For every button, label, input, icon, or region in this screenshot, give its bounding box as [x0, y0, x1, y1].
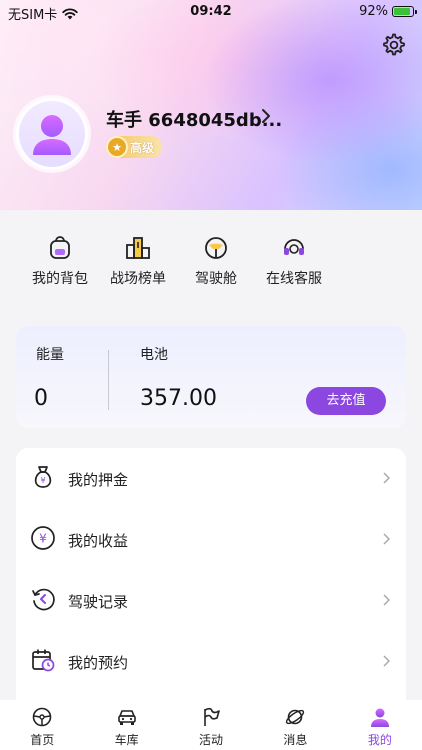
menu-item-label: 我的预约 — [68, 654, 129, 672]
chevron-right-icon[interactable] — [260, 108, 272, 124]
gear-icon[interactable] — [380, 32, 406, 58]
badge-label: 高级 — [130, 140, 155, 155]
star-icon: ★ — [106, 136, 128, 158]
steering-wheel-icon — [32, 707, 52, 727]
quick-action-leaderboard[interactable]: 战场榜单 — [98, 210, 178, 310]
menu-list: ¥ 我的押金 ¥ 我的收益 驾驶记录 我的预约 — [16, 448, 406, 708]
username[interactable]: 车手 6648045db... — [106, 106, 282, 132]
svg-text:¥: ¥ — [40, 476, 45, 485]
divider — [108, 350, 109, 410]
bottom-tab-bar: 首页 车库 活动 消息 我的 — [0, 700, 422, 750]
tab-events[interactable]: 活动 — [169, 700, 253, 750]
quick-actions: 我的背包 战场榜单 驾驶舱 在线客服 — [0, 210, 422, 310]
battery-level — [394, 8, 410, 15]
money-bag-icon: ¥ — [34, 466, 52, 488]
menu-item-label: 我的收益 — [68, 532, 129, 550]
headset-icon — [284, 239, 304, 255]
quick-action-cockpit[interactable]: 驾驶舱 — [176, 210, 256, 310]
svg-text:¥: ¥ — [39, 532, 47, 546]
calendar-clock-icon — [32, 649, 55, 672]
chevron-right-icon — [383, 472, 390, 484]
quick-action-backpack[interactable]: 我的背包 — [20, 210, 100, 310]
quick-action-label: 在线客服 — [266, 271, 322, 287]
wallet-card: 能量 电池 0 357.00 去充值 — [16, 326, 406, 428]
quick-action-support[interactable]: 在线客服 — [254, 210, 334, 310]
planet-icon — [286, 709, 305, 725]
tab-label: 我的 — [367, 733, 392, 747]
status-bar: 无SIM卡 09:42 92% — [0, 0, 422, 24]
backpack-icon — [50, 236, 70, 259]
quick-action-label: 驾驶舱 — [195, 271, 237, 287]
chevron-right-icon — [383, 594, 390, 606]
energy-value: 0 — [34, 386, 48, 411]
chevron-right-icon — [383, 533, 390, 545]
menu-item-driving-history[interactable]: 驾驶记录 — [16, 570, 406, 631]
battery-value: 357.00 — [140, 386, 217, 411]
user-avatar-icon — [33, 115, 71, 155]
user-icon — [370, 708, 389, 727]
tab-me[interactable]: 我的 — [338, 700, 422, 750]
tab-home[interactable]: 首页 — [0, 700, 84, 750]
menu-item-reservations[interactable]: 我的预约 — [16, 631, 406, 692]
car-icon — [117, 710, 136, 725]
status-right: 92% — [359, 4, 417, 19]
menu-item-deposit[interactable]: ¥ 我的押金 — [16, 448, 406, 509]
membership-badge: ★ 高级 — [106, 136, 162, 158]
flag-icon — [204, 707, 220, 726]
steering-wheel-icon — [205, 237, 227, 259]
avatar[interactable] — [16, 98, 88, 170]
battery-nub — [415, 10, 417, 14]
tab-label: 首页 — [30, 733, 55, 747]
tab-label: 活动 — [199, 733, 224, 747]
chevron-right-icon — [383, 655, 390, 667]
menu-item-label: 驾驶记录 — [68, 593, 129, 611]
tab-messages[interactable]: 消息 — [253, 700, 337, 750]
tab-label: 消息 — [283, 733, 308, 747]
battery-icon — [392, 6, 417, 17]
menu-item-label: 我的押金 — [68, 471, 129, 489]
recharge-button[interactable]: 去充值 — [306, 387, 386, 415]
leaderboard-icon — [126, 237, 150, 259]
tab-label: 车库 — [114, 733, 139, 747]
yuan-coin-icon: ¥ — [31, 526, 55, 550]
quick-action-label: 战场榜单 — [110, 271, 166, 287]
quick-action-label: 我的背包 — [32, 271, 88, 287]
avatar-image — [19, 101, 85, 167]
tab-garage[interactable]: 车库 — [84, 700, 168, 750]
battery-label: 电池 — [140, 347, 168, 363]
battery-percent: 92% — [359, 4, 388, 19]
menu-item-earnings[interactable]: ¥ 我的收益 — [16, 509, 406, 570]
energy-label: 能量 — [36, 347, 64, 363]
history-icon — [32, 588, 55, 611]
